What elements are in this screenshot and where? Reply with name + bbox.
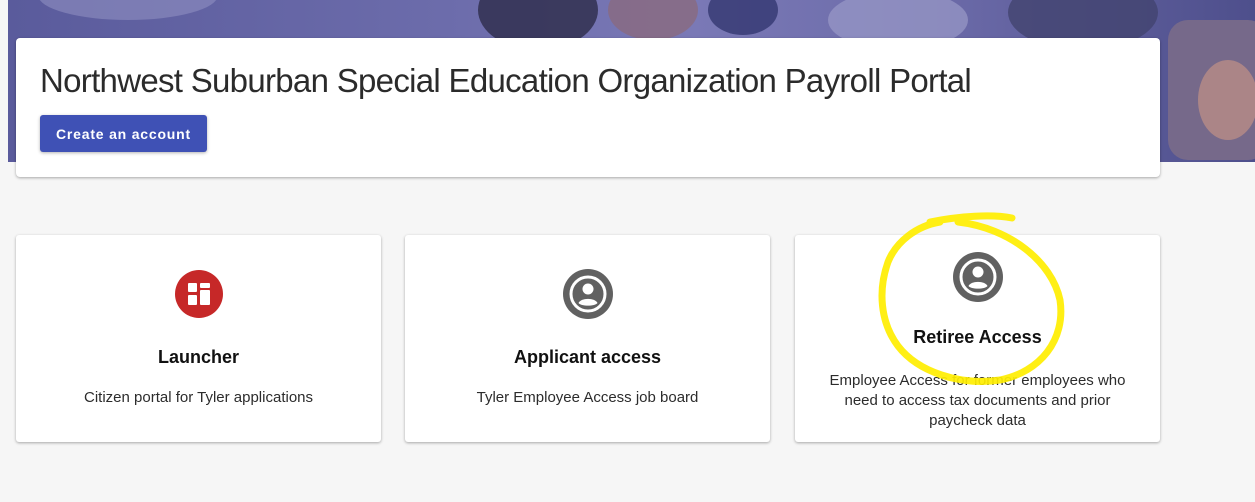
page-title: Northwest Suburban Special Education Org…	[40, 62, 972, 99]
create-account-button[interactable]: Create an account	[40, 115, 207, 152]
tile-description: Citizen portal for Tyler applications	[84, 389, 313, 406]
account-circle-icon	[562, 268, 614, 320]
tile-description: Employee Access for former employees who…	[829, 372, 1126, 429]
payroll-portal-page: Northwest Suburban Special Education Org…	[0, 0, 1255, 502]
tile-retiree-access[interactable]: Retiree Access Employee Access for forme…	[795, 235, 1160, 442]
tile-applicant-access[interactable]: Applicant access Tyler Employee Access j…	[405, 235, 770, 442]
account-circle-icon	[952, 251, 1004, 303]
tile-launcher[interactable]: Launcher Citizen portal for Tyler applic…	[16, 235, 381, 442]
tile-title: Launcher	[157, 347, 240, 367]
tile-description: Tyler Employee Access job board	[476, 389, 699, 406]
tile-title: Applicant access	[513, 347, 662, 367]
launcher-grid-icon	[173, 268, 225, 320]
portal-header-card: Northwest Suburban Special Education Org…	[16, 38, 1160, 177]
tile-title: Retiree Access	[913, 327, 1042, 347]
